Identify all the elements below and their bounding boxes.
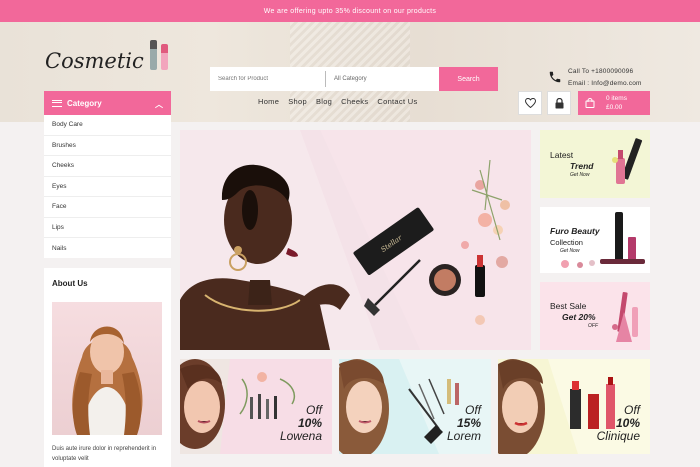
nav-home[interactable]: Home <box>258 97 279 106</box>
contact-email[interactable]: Email : Info@demo.com <box>568 80 642 87</box>
category-item-eyes[interactable]: Eyes <box>44 177 171 197</box>
side-banner-1-text: Latest Trend Get Now <box>550 150 593 179</box>
category-item-nails[interactable]: Nails <box>44 238 171 259</box>
contact-phone[interactable]: Call To +1800090096 <box>568 68 633 75</box>
bottom-banner-3-text: Off 10% Clinique <box>597 404 640 443</box>
bottom-banner-2-text: Off 15% Lorem <box>447 404 481 443</box>
lock-icon <box>555 97 563 108</box>
lipstick-logo-icon <box>161 44 168 70</box>
bottom-banner-1-brand: Lowena <box>279 429 322 443</box>
side-banner-1-line2: Trend <box>570 161 594 171</box>
category-list: Body Care Brushes Cheeks Eyes Face Lips … <box>44 115 171 258</box>
category-item-lips[interactable]: Lips <box>44 218 171 238</box>
category-item-brushes[interactable]: Brushes <box>44 136 171 156</box>
site-logo[interactable]: Cosmetic <box>45 49 144 73</box>
nav-shop[interactable]: Shop <box>288 97 307 106</box>
about-title: About Us <box>52 279 88 288</box>
bottom-banner-lorem[interactable]: Off 15% Lorem <box>339 359 491 454</box>
side-banner-2-line3: Get Now <box>560 248 580 254</box>
side-banner-1-line1: Latest <box>550 150 574 160</box>
heart-icon <box>524 98 536 108</box>
search-input[interactable] <box>210 67 325 91</box>
account-button[interactable] <box>547 91 571 115</box>
category-select[interactable]: All Category <box>325 71 439 87</box>
lipgloss-logo-icon <box>150 40 157 70</box>
side-banner-best-sale[interactable]: Best Sale Get 20% OFF <box>540 282 650 350</box>
chevron-up-icon: ︿ <box>155 100 163 109</box>
side-banner-2-line1: Furo Beauty <box>550 226 600 236</box>
category-item-body-care[interactable]: Body Care <box>44 115 171 136</box>
hero-banner[interactable]: Stellar <box>180 130 531 350</box>
nav-contact[interactable]: Contact Us <box>377 97 417 106</box>
side-banner-2-line2: Collection <box>550 238 583 247</box>
wishlist-button[interactable] <box>518 91 542 115</box>
bottom-banner-3-brand: Clinique <box>596 429 640 443</box>
about-text: Duis aute irure dolor in reprehenderit i… <box>52 446 157 462</box>
side-banner-3-line3: OFF <box>588 323 598 329</box>
cart-button[interactable]: 0 items £0.00 <box>578 91 650 115</box>
menu-icon <box>52 99 62 107</box>
category-item-face[interactable]: Face <box>44 197 171 218</box>
about-us-panel: About Us Duis aute irure dolor in repreh… <box>44 268 171 467</box>
about-photo <box>52 302 162 435</box>
bottom-banner-2-brand: Lorem <box>446 429 481 443</box>
bottom-banner-1-text: Off 10% Lowena <box>280 404 322 443</box>
cart-items-count: 0 items <box>606 95 627 102</box>
side-banner-latest-trend[interactable]: Latest Trend Get Now <box>540 130 650 198</box>
nav-cheeks[interactable]: Cheeks <box>341 97 368 106</box>
side-banner-furo-beauty[interactable]: Furo Beauty Collection Get Now <box>540 207 650 273</box>
side-banner-1-line3: Get Now <box>570 172 590 178</box>
nav-blog[interactable]: Blog <box>316 97 332 106</box>
announcement-text: We are offering upto 35% discount on our… <box>263 7 437 15</box>
side-banner-3-text: Best Sale Get 20% OFF <box>550 301 598 330</box>
phone-icon <box>549 71 561 83</box>
cart-total: £0.00 <box>606 104 623 111</box>
category-toggle[interactable]: Category ︿ <box>44 91 171 115</box>
top-announcement-bar: We are offering upto 35% discount on our… <box>0 0 700 22</box>
category-item-cheeks[interactable]: Cheeks <box>44 156 171 177</box>
category-title: Category <box>67 98 102 108</box>
main-nav: Home Shop Blog Cheeks Contact Us <box>258 97 418 106</box>
side-banner-3-line1: Best Sale <box>550 301 587 311</box>
bottom-banner-lowena[interactable]: Off 10% Lowena <box>180 359 332 454</box>
shopping-bag-icon <box>585 98 595 108</box>
side-banner-2-text: Furo Beauty Collection Get Now <box>550 226 600 255</box>
search-button[interactable]: Search <box>439 67 498 91</box>
bottom-banner-clinique[interactable]: Off 10% Clinique <box>498 359 650 454</box>
side-banner-3-line2: Get 20% <box>562 312 596 322</box>
search-bar: All Category Search <box>210 67 498 91</box>
